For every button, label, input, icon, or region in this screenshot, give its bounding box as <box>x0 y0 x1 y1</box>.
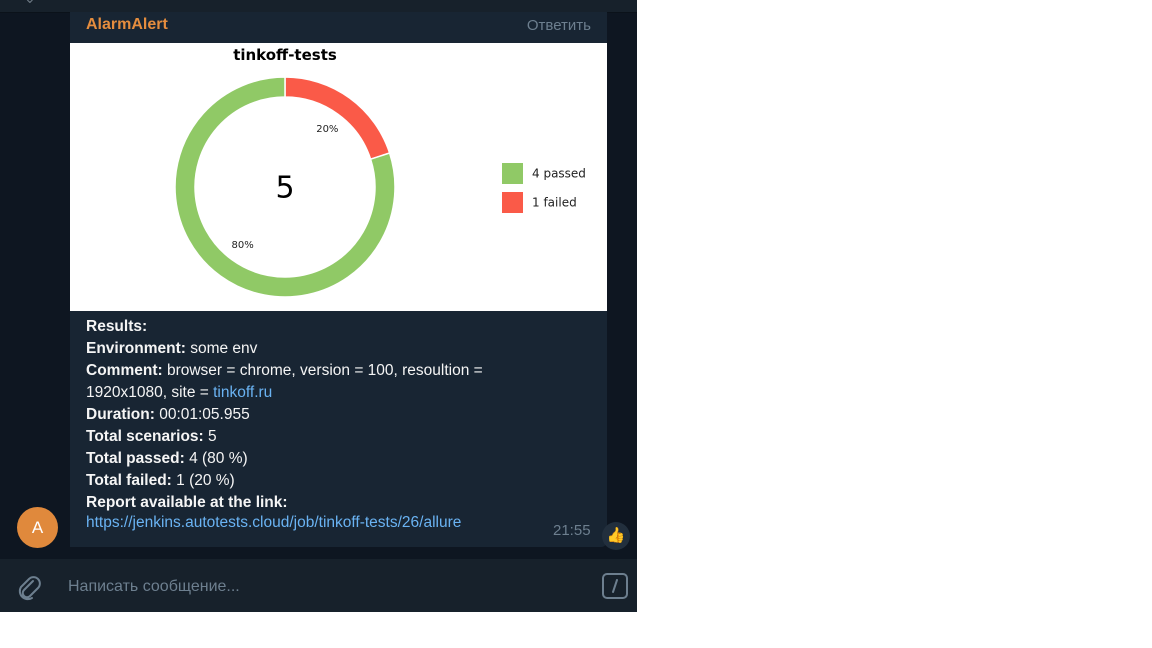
message-input[interactable] <box>66 574 590 600</box>
total-failed-line: Total failed: 1 (20 %) <box>86 472 235 489</box>
reply-button[interactable]: Ответить <box>527 17 591 34</box>
center-total-label: 5 <box>275 171 294 206</box>
slice-pct-label: 80% <box>232 240 254 251</box>
report-link[interactable]: https://jenkins.autotests.cloud/job/tink… <box>86 514 461 532</box>
thumbs-up-icon[interactable]: 👍 <box>602 522 630 550</box>
results-heading: Results: <box>86 318 148 335</box>
slice-pct-label: 20% <box>316 124 338 135</box>
attach-icon[interactable] <box>14 573 44 603</box>
report-label-line: Report available at the link: <box>86 494 288 511</box>
composer-bar <box>0 559 637 612</box>
duration-line: Duration: 00:01:05.955 <box>86 406 250 423</box>
chart-title: tinkoff-tests <box>233 46 337 64</box>
chat-window: ⌄ AlarmAlert Ответить tinkoff-tests 20% 80… <box>0 0 637 612</box>
results-text: Results: Environment: some env Comment: … <box>86 316 536 514</box>
total-passed-line: Total passed: 4 (80 %) <box>86 450 248 467</box>
message-bubble[interactable]: AlarmAlert Ответить tinkoff-tests 20% 80% 5… <box>70 12 607 547</box>
total-scenarios-line: Total scenarios: 5 <box>86 428 217 445</box>
chevron-icon: ⌄ <box>24 0 36 7</box>
environment-line: Environment: some env <box>86 340 258 357</box>
donut-chart: tinkoff-tests 20% 80% 5 4 passed 1 failed <box>174 46 586 298</box>
legend-label: 4 passed <box>532 167 586 181</box>
message-time: 21:55 <box>553 522 591 539</box>
site-link[interactable]: tinkoff.ru <box>213 384 272 401</box>
legend-swatch <box>502 163 523 184</box>
slash-glyph <box>612 579 618 593</box>
avatar[interactable]: A <box>17 507 58 548</box>
command-icon[interactable] <box>602 573 628 599</box>
legend-label: 1 failed <box>532 196 577 210</box>
comment-line: Comment: browser = chrome, version = 100… <box>86 362 483 401</box>
sender-name[interactable]: AlarmAlert <box>86 16 168 34</box>
slice-1-failed <box>284 76 391 161</box>
legend-swatch <box>502 192 523 213</box>
chart-image[interactable]: tinkoff-tests 20% 80% 5 4 passed 1 failed <box>70 43 607 311</box>
